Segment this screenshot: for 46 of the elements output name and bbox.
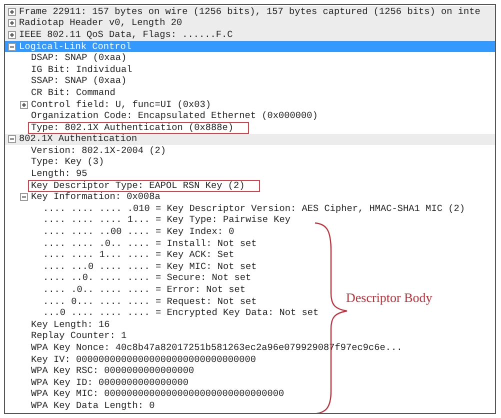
tree-row-text: .... ..0. .... .... = Secure: Not set xyxy=(43,271,252,286)
tree-row-text: 802.1X Authentication xyxy=(19,132,138,146)
tree-row[interactable]: Key Information: 0x008a xyxy=(5,192,495,204)
tree-row-text: SSAP: SNAP (0xaa) xyxy=(31,74,127,88)
tree-row-text: .... .... .... .010 = Key Descriptor Version: AES Cipher, HMAC-SHA1 MIC (2) xyxy=(43,202,465,215)
collapse-icon[interactable] xyxy=(8,42,16,51)
tree-row-text: .... .... 1... .... = Key ACK: Set xyxy=(43,248,234,262)
tree-row-text: Radiotap Header v0, Length 20 xyxy=(19,16,182,30)
tree-row-text: Key IV: 00000000000000000000000000000000 xyxy=(31,352,256,366)
tree-row-text: Length: 95 xyxy=(31,167,88,181)
tree-row[interactable]: IEEE 802.11 QoS Data, Flags: ......F.C xyxy=(5,29,495,41)
tree-row-text: Replay Counter: 1 xyxy=(31,329,127,343)
tree-row-text: Organization Code: Encapsulated Ethernet (0x000000) xyxy=(31,109,318,123)
tree-row-text: Key Descriptor Type: EAPOL RSN Key (2) xyxy=(28,180,260,192)
tree-row-text: Key Length: 16 xyxy=(31,318,110,331)
tree-row-text: WPA Key ID: 0000000000000000 xyxy=(31,376,189,390)
tree-row-text: WPA Key MIC: 00000000000000000000000000000000 xyxy=(31,387,284,401)
tree-row[interactable]: Radiotap Header v0, Length 20 xyxy=(5,18,495,30)
tree-row[interactable]: Control field: U, func=UI (0x03) xyxy=(5,98,495,110)
expand-icon[interactable] xyxy=(8,19,16,28)
tree-row-text: WPA Key Data Length: 0 xyxy=(31,398,155,413)
tree-row-text: ...0 .... .... .... = Encrypted Key Data: Not set xyxy=(43,306,319,320)
tree-row-text: WPA Key RSC: 0000000000000000 xyxy=(31,364,194,378)
expand-icon[interactable] xyxy=(20,100,28,109)
tree-row-text: Key Information: 0x008a xyxy=(31,190,160,204)
expand-icon[interactable] xyxy=(8,8,16,16)
tree-row-text: Control field: U, func=UI (0x03) xyxy=(31,98,212,111)
expand-icon[interactable] xyxy=(8,30,16,39)
tree-row-text: IEEE 802.11 QoS Data, Flags: ......F.C xyxy=(19,28,233,42)
tree-row-text: Type: 802.1X Authentication (0x888e) xyxy=(28,122,249,134)
tree-row-text: DSAP: SNAP (0xaa) xyxy=(31,51,127,65)
tree-row-text: .... ...0 .... .... = Key MIC: Not set xyxy=(43,260,257,274)
tree-row-text: .... .... ..00 .... = Key Index: 0 xyxy=(43,225,234,239)
collapse-icon[interactable] xyxy=(8,135,16,144)
tree-row-text: .... 0... .... .... = Request: Not set xyxy=(43,294,257,308)
tree-row-text: CR Bit: Command xyxy=(31,86,116,100)
tree-row-text: IG Bit: Individual xyxy=(31,62,132,76)
descriptor-body-label: Descriptor Body xyxy=(346,289,432,307)
tree-row[interactable]: 802.1X Authentication xyxy=(5,134,495,146)
tree-row-text: .... .0.. .... .... = Error: Not set xyxy=(43,283,246,297)
tree-row-text: Logical-Link Control xyxy=(19,40,132,53)
tree-row-text: Version: 802.1X-2004 (2) xyxy=(31,144,166,157)
tree-row-text: Type: Key (3) xyxy=(31,155,104,169)
tree-row-text: .... .... .0.. .... = Install: Not set xyxy=(43,236,257,250)
collapse-icon[interactable] xyxy=(20,193,28,202)
tree-row-text: .... .... .... 1... = Key Type: Pairwise Key xyxy=(43,213,291,227)
